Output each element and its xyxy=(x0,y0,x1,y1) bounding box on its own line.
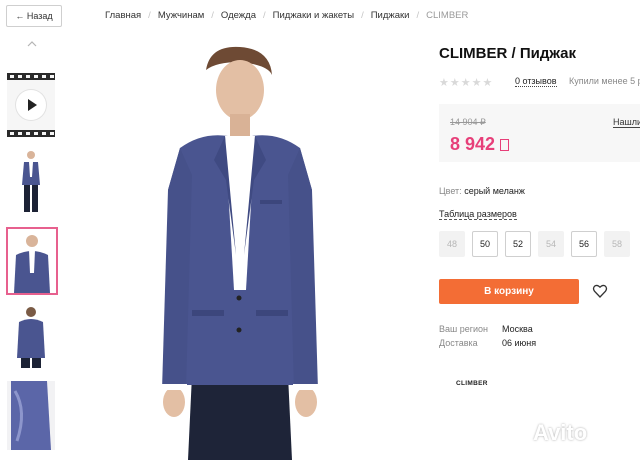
delivery-value: 06 июня xyxy=(502,338,537,348)
avito-watermark: Avito xyxy=(508,420,588,446)
chevron-up-icon[interactable] xyxy=(24,38,40,50)
breadcrumb-item-blazers[interactable]: Пиджаки xyxy=(371,10,410,21)
reviews-link[interactable]: 0 отзывов xyxy=(515,76,557,87)
breadcrumb-item-jackets[interactable]: Пиджаки и жакеты xyxy=(273,10,354,21)
size-table-link[interactable]: Таблица размеров xyxy=(439,209,517,220)
current-price: 8 942 xyxy=(450,134,510,155)
region-label: Ваш регион xyxy=(439,324,489,334)
delivery-info: Ваш регион Москва Доставка 06 июня xyxy=(439,322,536,350)
color-row: Цвет: серый меланж xyxy=(439,186,525,196)
size-option-56[interactable]: 56 xyxy=(571,231,597,257)
film-strip-bottom xyxy=(7,130,55,137)
heart-icon[interactable] xyxy=(592,283,608,299)
product-title: CLIMBER / Пиджак xyxy=(439,45,577,62)
bought-count: Купили менее 5 р xyxy=(569,76,640,86)
size-option-54: 54 xyxy=(538,231,564,257)
color-label: Цвет: xyxy=(439,186,462,196)
back-button[interactable]: ← Назад xyxy=(6,5,62,27)
size-option-50[interactable]: 50 xyxy=(472,231,498,257)
thumbnail-selected[interactable] xyxy=(6,227,58,295)
breadcrumb-current: CLIMBER xyxy=(426,10,469,21)
thumbnail-video[interactable] xyxy=(7,73,55,137)
size-option-48: 48 xyxy=(439,231,465,257)
breadcrumb: Главная / Мужчинам / Одежда / Пиджаки и жакеты… xyxy=(105,10,469,21)
region-value: Москва xyxy=(502,324,533,334)
color-value: серый меланж xyxy=(464,186,525,196)
add-to-cart-button[interactable]: В корзину xyxy=(439,279,579,304)
avito-watermark-text: Avito xyxy=(533,420,588,445)
old-price: 14 904 ₽ xyxy=(450,117,486,127)
film-strip-top xyxy=(7,73,55,80)
breadcrumb-item-clothing[interactable]: Одежда xyxy=(221,10,256,21)
thumbnail-full-body[interactable] xyxy=(7,147,55,217)
rating-stars: ★★★★★ xyxy=(439,77,494,89)
found-cheaper-link[interactable]: Нашли xyxy=(613,117,640,128)
main-product-photo[interactable] xyxy=(140,40,360,460)
breadcrumb-item-home[interactable]: Главная xyxy=(105,10,141,21)
brand-logo: CLIMBER xyxy=(456,380,488,387)
size-option-58: 58 xyxy=(604,231,630,257)
thumbnail-lining-detail[interactable] xyxy=(7,381,55,450)
size-option-52[interactable]: 52 xyxy=(505,231,531,257)
avito-dots-icon xyxy=(508,424,528,444)
currency-icon xyxy=(500,139,510,151)
current-price-value: 8 942 xyxy=(450,134,496,154)
thumbnail-back-view[interactable] xyxy=(7,302,55,368)
delivery-label: Доставка xyxy=(439,338,478,348)
play-icon xyxy=(16,90,46,120)
breadcrumb-item-men[interactable]: Мужчинам xyxy=(158,10,204,21)
